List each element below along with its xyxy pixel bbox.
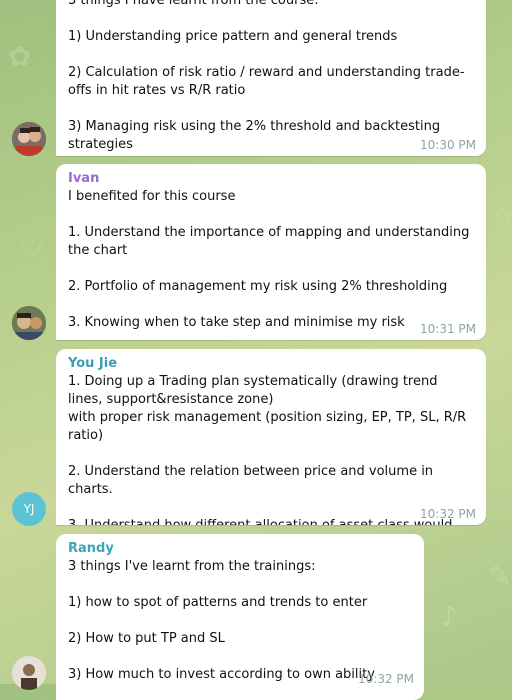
message-line: 3. Knowing when to take step and minimis… (68, 315, 405, 330)
user-avatar[interactable] (12, 306, 46, 340)
message-time: 10:32 PM (420, 507, 476, 521)
avatar-initials: YJ (23, 502, 35, 516)
message-line: 1. Understand the importance of mapping … (68, 225, 470, 258)
user-photo-icon (12, 306, 46, 340)
sender-name: Randy (68, 541, 114, 556)
message-line: 3 things I've learnt from the trainings: (68, 559, 316, 574)
message-line: 3. Understand how different allocation o… (68, 517, 474, 525)
background-doodle-icon: ♪ (440, 600, 458, 633)
message-line: 2. Portfolio of management my risk using… (68, 279, 448, 294)
sender-name: Ivan (68, 171, 100, 186)
message-line: 3 things I have learnt from the course: (68, 0, 319, 8)
background-doodle-icon: ♡ (20, 230, 46, 263)
message-bubble[interactable]: You Jie 1. Doing up a Trading plan syste… (56, 349, 486, 525)
message-line: I benefited for this course (68, 189, 236, 204)
user-avatar[interactable] (12, 122, 46, 156)
message-line: 2) Calculation of risk ratio / reward an… (68, 65, 465, 98)
message-line: 2. Understand the relation between price… (68, 464, 434, 497)
message-line: 2) How to put TP and SL (68, 631, 225, 646)
background-doodle-icon: ☆ (490, 200, 512, 233)
message-line: with proper risk management (position si… (68, 410, 467, 443)
message-time: 10:31 PM (420, 322, 476, 336)
user-photo-icon (12, 656, 46, 690)
message-bubble[interactable]: Ivan I benefited for this course 1. Unde… (56, 164, 486, 340)
background-doodle-icon: ✎ (488, 560, 512, 593)
background-doodle-icon: ✿ (8, 40, 32, 73)
message-bubble[interactable]: 3 things I have learnt from the course: … (56, 0, 486, 156)
message-line: 1) Understanding price pattern and gener… (68, 29, 398, 44)
sender-name: You Jie (68, 356, 118, 371)
message-line: 3) Managing risk using the 2% threshold … (68, 119, 441, 152)
message-line: 1) how to spot of patterns and trends to… (68, 595, 368, 610)
user-avatar[interactable] (12, 656, 46, 690)
message-time: 10:30 PM (420, 138, 476, 152)
message-line: 1. Doing up a Trading plan systematicall… (68, 374, 438, 407)
user-photo-icon (12, 122, 46, 156)
message-bubble[interactable]: Randy 3 things I've learnt from the trai… (56, 534, 424, 700)
user-avatar[interactable]: YJ (12, 492, 46, 526)
